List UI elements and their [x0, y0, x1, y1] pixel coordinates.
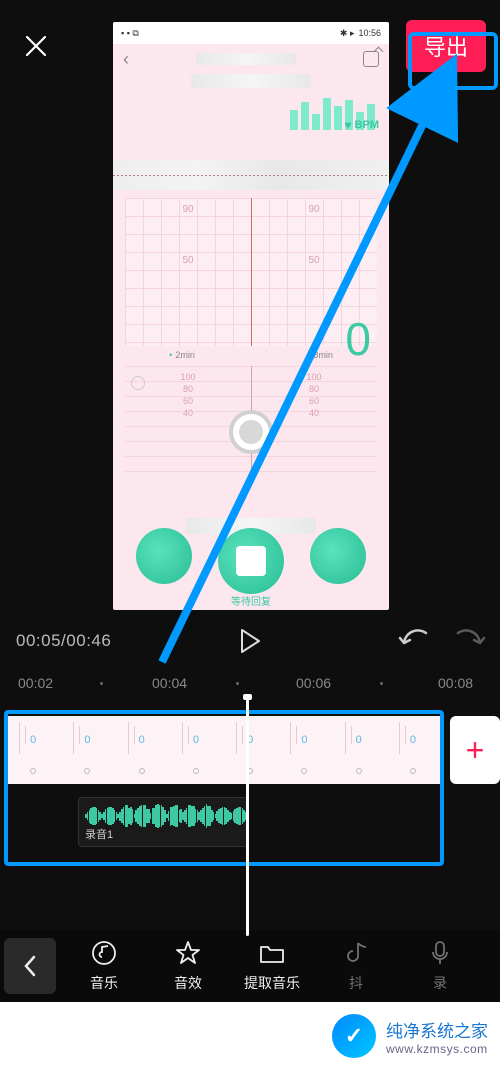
time-display: 00:05/00:46 [16, 631, 111, 651]
share-icon [363, 51, 379, 67]
star-icon [174, 939, 202, 967]
audio-track[interactable]: 录音1 [6, 793, 494, 857]
toolbar-douyin[interactable]: 抖 [314, 939, 398, 993]
play-button[interactable] [239, 628, 261, 654]
audio-clip-label: 录音1 [85, 826, 113, 842]
undo-button[interactable] [398, 629, 432, 653]
music-note-icon [90, 939, 118, 967]
upper-grid: 9050 9050 [125, 198, 377, 346]
close-button[interactable] [8, 18, 64, 74]
back-chevron-icon: ‹ [123, 49, 129, 70]
phone-statusbar: ▪ ▪ ⧉ ✱ ▸10:56 [113, 22, 389, 44]
toolbar-label: 提取音乐 [244, 973, 300, 993]
toolbar-label: 音乐 [90, 973, 118, 993]
green-caption: 等待回复 [113, 593, 389, 608]
blurred-title [191, 74, 311, 88]
small-ring-icon [131, 376, 145, 390]
toolbar-record[interactable]: 录 [398, 939, 482, 993]
toolbar-extract[interactable]: 提取音乐 [230, 939, 314, 993]
toolbar-label: 音效 [174, 973, 202, 993]
add-clip-button[interactable]: + [450, 716, 500, 784]
video-track[interactable]: 00000000 + [0, 716, 500, 784]
bpm-label: ♥ BPM [344, 118, 379, 132]
mic-icon [426, 939, 454, 967]
big-value: 0 [345, 312, 371, 366]
bottom-toolbar: 音乐 音效 提取音乐 抖 录 [0, 930, 500, 1002]
record-ring-icon [229, 410, 273, 454]
watermark-url: www.kzmsys.com [386, 1042, 488, 1056]
phone-header: ‹ [113, 44, 389, 74]
watermark-title: 纯净系统之家 [386, 1017, 488, 1042]
toolbar-label: 抖 [349, 973, 363, 993]
douyin-icon [342, 939, 370, 967]
watermark-logo-icon: ✓ [332, 1014, 376, 1058]
bottom-circles [113, 528, 389, 594]
video-preview[interactable]: ▪ ▪ ⧉ ✱ ▸10:56 ‹ ♥ BPM 9050 9050 2min3mi… [113, 22, 389, 610]
watermark-bar: ✓ 纯净系统之家 www.kzmsys.com [0, 1002, 500, 1070]
video-clip[interactable]: 00000000 [6, 716, 440, 784]
toolbar-label: 录 [433, 973, 447, 993]
toolbar-music[interactable]: 音乐 [62, 939, 146, 993]
folder-icon [258, 939, 286, 967]
redo-button[interactable] [452, 629, 486, 653]
heart-icon: ♥ [344, 118, 351, 132]
timeline-ruler[interactable]: 00:02 00:04 00:06 00:08 [0, 670, 500, 696]
audio-clip[interactable]: 录音1 [78, 797, 248, 847]
toolbar-back-button[interactable] [4, 938, 56, 994]
ekg-strip [113, 160, 389, 190]
playhead[interactable] [246, 696, 249, 936]
toolbar-soundfx[interactable]: 音效 [146, 939, 230, 993]
export-button[interactable]: 导出 [406, 20, 486, 72]
